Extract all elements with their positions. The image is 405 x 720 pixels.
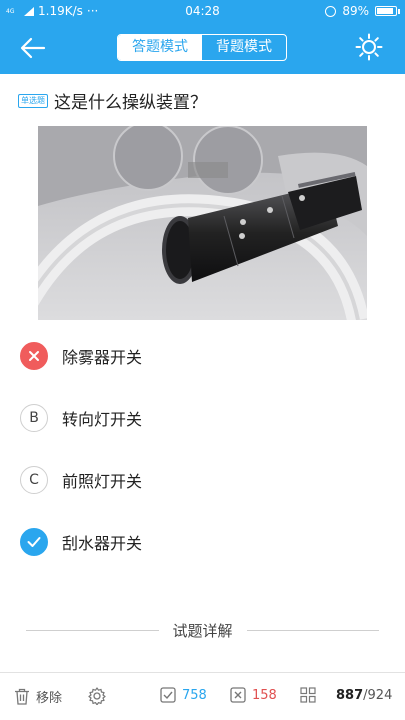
back-button[interactable]: [18, 34, 48, 62]
option-b-marker: B: [20, 404, 48, 432]
x-box-icon: [230, 687, 246, 703]
remove-label: 移除: [36, 691, 63, 706]
settings-button[interactable]: [88, 687, 106, 705]
question-type-badge: 单选题: [18, 93, 48, 108]
option-a-label: 除雾器开关: [62, 348, 143, 367]
back-arrow-icon: [20, 37, 46, 59]
details-divider: 试题详解: [26, 620, 380, 641]
option-c-label: 前照灯开关: [62, 472, 143, 491]
option-d[interactable]: 刮水器开关: [20, 528, 142, 556]
progress-current: 887: [336, 687, 364, 703]
option-b-label: 转向灯开关: [62, 410, 143, 429]
grid-icon: [300, 687, 316, 703]
details-title: 试题详解: [172, 622, 233, 640]
brightness-button[interactable]: [355, 33, 383, 61]
mode-toggle: 答题模式 背题模式: [117, 34, 287, 61]
divider-line-right: [246, 630, 380, 631]
wrong-count: 158: [252, 687, 277, 703]
correct-check-icon: [20, 528, 48, 556]
correct-count: 758: [182, 687, 207, 703]
battery-percent: 89%: [342, 4, 369, 18]
alarm-icon: [325, 5, 337, 17]
option-c-marker: C: [20, 466, 48, 494]
remove-button[interactable]: 移除: [14, 687, 62, 706]
status-bar: 4G 1.19K/s ··· 04:28 89%: [0, 0, 405, 22]
correct-counter[interactable]: 758: [160, 687, 207, 703]
option-c[interactable]: C 前照灯开关: [20, 466, 142, 494]
trash-icon: [15, 688, 29, 705]
option-a[interactable]: 除雾器开关: [20, 342, 142, 370]
question-text: 这是什么操纵装置？: [54, 93, 207, 113]
battery-icon: [375, 6, 400, 16]
wrong-counter[interactable]: 158: [230, 687, 277, 703]
question: 单选题 这是什么操纵装置？: [18, 88, 387, 113]
wrong-mark-icon: [20, 342, 48, 370]
progress-total: /924: [363, 687, 393, 703]
option-d-label: 刮水器开关: [62, 534, 143, 553]
divider-line-left: [26, 630, 159, 631]
app-bar: 答题模式 背题模式: [0, 22, 405, 74]
tab-recite-mode[interactable]: 背题模式: [202, 35, 286, 60]
battery-fill: [377, 8, 394, 14]
check-box-icon: [160, 687, 176, 703]
option-b[interactable]: B 转向灯开关: [20, 404, 142, 432]
bottom-bar: 移除 758 158 887/924: [0, 672, 405, 720]
tab-answer-mode[interactable]: 答题模式: [118, 35, 202, 60]
gear-icon: [88, 687, 106, 705]
question-image: [38, 126, 367, 320]
sun-icon: [355, 33, 383, 61]
question-list-button[interactable]: 887/924: [300, 687, 392, 703]
wiper-stalk-illustration: [38, 126, 367, 320]
